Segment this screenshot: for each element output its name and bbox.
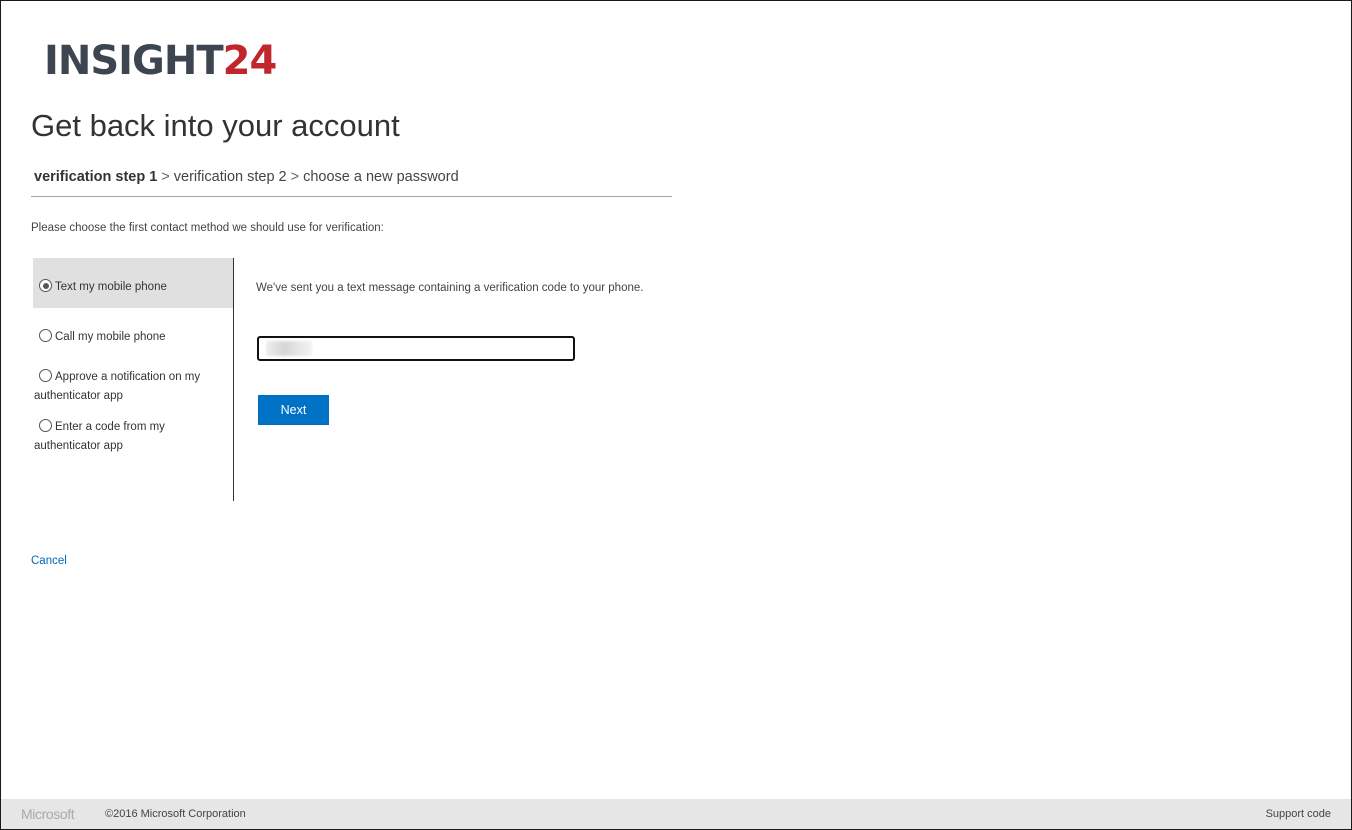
breadcrumb: verification step 1 > verification step 2 >… [34, 167, 459, 187]
breadcrumb-divider [31, 196, 672, 197]
redacted-code-mask [266, 341, 312, 356]
method-label-line1: Enter a code from my [55, 421, 165, 433]
radio-selected-icon[interactable] [39, 279, 52, 292]
instructions-text: Please choose the first contact method w… [31, 222, 384, 234]
breadcrumb-separator: > [161, 169, 170, 185]
method-label-line2: authenticator app [34, 440, 123, 452]
radio-icon[interactable] [39, 329, 52, 342]
method-approve-notification[interactable]: Approve a notification on my authenticat… [33, 368, 233, 408]
breadcrumb-step-3: choose a new password [303, 169, 459, 185]
radio-icon[interactable] [39, 419, 52, 432]
logo-main-text: INSIGHT [44, 38, 224, 84]
radio-icon[interactable] [39, 369, 52, 382]
footer: Microsoft ©2016 Microsoft Corporation Su… [1, 799, 1351, 829]
logo-accent-text: 24 [222, 38, 278, 84]
next-button[interactable]: Next [258, 395, 329, 425]
method-label-line1: Approve a notification on my [55, 371, 201, 383]
copyright-text: ©2016 Microsoft Corporation [105, 808, 246, 820]
method-label: Call my mobile phone [55, 331, 166, 343]
page-title: Get back into your account [31, 108, 400, 143]
insight24-logo: INSIGHT24 [44, 38, 278, 84]
cancel-link[interactable]: Cancel [31, 553, 67, 569]
microsoft-logo: Microsoft [21, 806, 75, 822]
method-text-mobile[interactable]: Text my mobile phone [33, 258, 233, 308]
method-label-line2: authenticator app [34, 390, 123, 402]
breadcrumb-step-2: verification step 2 [173, 169, 287, 185]
method-enter-code[interactable]: Enter a code from my authenticator app [33, 418, 233, 458]
contact-method-list: Text my mobile phone Call my mobile phon… [33, 258, 234, 501]
method-label: Text my mobile phone [55, 281, 167, 293]
breadcrumb-step-current: verification step 1 [34, 169, 158, 185]
breadcrumb-separator: > [290, 169, 300, 185]
support-code-link[interactable]: Support code [1266, 807, 1331, 821]
method-call-mobile[interactable]: Call my mobile phone [33, 328, 233, 348]
sent-message-text: We've sent you a text message containing… [256, 282, 644, 294]
